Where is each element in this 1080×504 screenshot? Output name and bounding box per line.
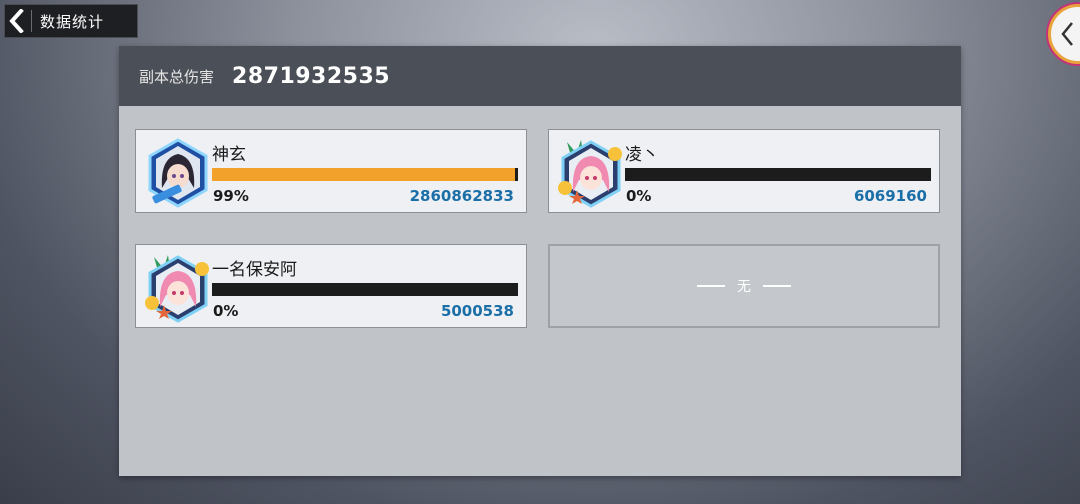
damage-value: 2860862833: [409, 187, 514, 205]
damage-value: 5000538: [440, 302, 514, 320]
total-damage-value: 2871932535: [232, 63, 391, 89]
dash-left: [697, 285, 725, 287]
empty-player-slot: 无: [548, 244, 940, 328]
damage-share-bar: [212, 283, 518, 296]
damage-percent: 99%: [213, 187, 249, 205]
player-card[interactable]: 一名保安阿 0% 5000538: [135, 244, 527, 328]
damage-stats-panel: 副本总伤害 2871932535 神玄 99% 2860862833 凌丶 0%…: [119, 46, 961, 476]
damage-value: 6069160: [853, 187, 927, 205]
damage-share-bar: [625, 168, 931, 181]
dark-hair-character-icon: [144, 138, 212, 208]
pink-hair-character-icon: [144, 253, 212, 323]
chevron-left-icon: [1061, 22, 1073, 46]
player-name: 一名保安阿: [212, 260, 297, 280]
damage-share-bar-fill: [212, 168, 515, 181]
collapse-drawer-button[interactable]: [1048, 4, 1080, 64]
player-card[interactable]: 凌丶 0% 6069160: [548, 129, 940, 213]
page-title: 数据统计: [40, 12, 105, 31]
back-arrow-icon[interactable]: [5, 5, 29, 37]
page-header: 数据统计: [4, 4, 138, 38]
damage-percent: 0%: [626, 187, 652, 205]
player-name: 凌丶: [625, 145, 659, 165]
player-card[interactable]: 神玄 99% 2860862833: [135, 129, 527, 213]
damage-percent: 0%: [213, 302, 239, 320]
dash-right: [763, 285, 791, 287]
empty-slot-label: 无: [737, 279, 751, 295]
total-damage-header: 副本总伤害 2871932535: [119, 46, 961, 106]
divider: [31, 10, 32, 32]
player-name: 神玄: [212, 145, 246, 165]
damage-share-bar: [212, 168, 518, 181]
pink-hair-character-icon: [557, 138, 625, 208]
total-damage-label: 副本总伤害: [139, 67, 215, 86]
